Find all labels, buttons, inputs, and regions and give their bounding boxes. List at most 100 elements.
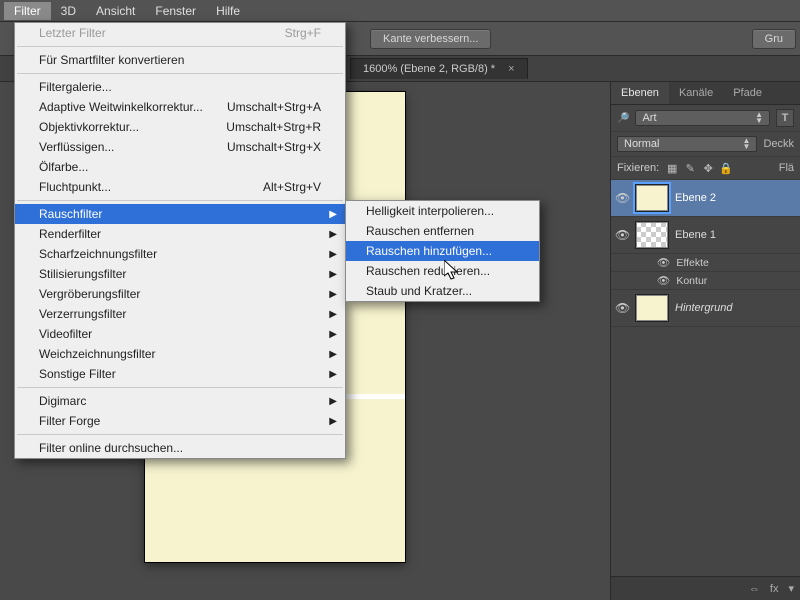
lock-all-icon[interactable]: 🔒 — [719, 161, 733, 175]
lock-transparency-icon[interactable]: ▦ — [665, 161, 679, 175]
submenu-arrow-icon: ▶ — [329, 289, 337, 300]
lock-move-icon[interactable]: ✥ — [701, 161, 715, 175]
menu-item-label: Digimarc — [39, 394, 86, 408]
menu-item[interactable]: Sonstige Filter▶ — [15, 364, 345, 384]
menu-item[interactable]: Verflüssigen... Umschalt+Strg+X — [15, 137, 345, 157]
visibility-icon[interactable]: 👁 — [615, 228, 629, 242]
layer-name[interactable]: Ebene 2 — [675, 192, 716, 204]
menu-item[interactable]: Verzerrungsfilter ▶ — [15, 304, 345, 324]
menu-item[interactable]: Filtergalerie... — [15, 77, 345, 97]
menu-item[interactable]: Renderfilter ▶ — [15, 224, 345, 244]
effect-name: Kontur — [676, 275, 707, 287]
menu-help[interactable]: Hilfe — [206, 2, 250, 20]
menubar: Filter 3D Ansicht Fenster Hilfe — [0, 0, 800, 22]
menu-item-label: Fluchtpunkt... — [39, 180, 111, 194]
layers-footer: ⇔ fx ▾ — [611, 576, 800, 600]
document-title: 1600% (Ebene 2, RGB/8) * — [363, 63, 495, 75]
fill-label: Flä — [779, 162, 794, 174]
menu-item[interactable]: Filter online durchsuchen... — [15, 438, 345, 458]
layer-row[interactable]: 👁 Ebene 2 — [611, 180, 800, 217]
layer-thumb[interactable] — [635, 221, 669, 249]
fx-button[interactable]: fx — [770, 583, 779, 595]
menu-item[interactable]: Stilisierungsfilter ▶ — [15, 264, 345, 284]
menu-window[interactable]: Fenster — [145, 2, 206, 20]
submenu-item[interactable]: Staub und Kratzer... — [346, 281, 539, 301]
submenu-arrow-icon: ▶ — [329, 396, 337, 407]
effects-label: Effekte — [676, 257, 709, 269]
menu-item-label: Renderfilter — [39, 227, 101, 241]
close-tab-icon[interactable]: × — [508, 63, 514, 75]
layer-thumb[interactable] — [635, 294, 669, 322]
submenu-arrow-icon: ▶ — [329, 209, 337, 220]
menu-item[interactable]: Ölfarbe... — [15, 157, 345, 177]
submenu-item[interactable]: Rauschen hinzufügen... — [346, 241, 539, 261]
menu-3d[interactable]: 3D — [51, 2, 86, 20]
chevron-down-icon[interactable]: ▾ — [788, 582, 794, 595]
submenu-item[interactable]: Helligkeit interpolieren... — [346, 201, 539, 221]
layer-row[interactable]: 👁 Ebene 1 — [611, 217, 800, 254]
tab-paths[interactable]: Pfade — [723, 82, 772, 104]
submenu-arrow-icon: ▶ — [329, 269, 337, 280]
menu-item-label: Filter online durchsuchen... — [39, 441, 183, 455]
menu-item: Letzter Filter Strg+F — [15, 23, 345, 43]
dropdown-arrows-icon: ▲▼ — [755, 112, 763, 124]
menu-item-label: Vergröberungsfilter — [39, 287, 140, 301]
refine-edge-button[interactable]: Kante verbessern... — [370, 29, 491, 49]
menu-item[interactable]: Fluchtpunkt... Alt+Strg+V — [15, 177, 345, 197]
layer-effect-item[interactable]: 👁 Kontur — [611, 272, 800, 290]
menu-item-label: Letzter Filter — [39, 26, 106, 40]
menu-item-label: Adaptive Weitwinkelkorrektur... — [39, 100, 203, 114]
layer-filter-select[interactable]: Art ▲▼ — [635, 110, 770, 126]
submenu-item[interactable]: Rauschen reduzieren... — [346, 261, 539, 281]
submenu-arrow-icon: ▶ — [329, 309, 337, 320]
type-filter-icon[interactable]: T — [776, 109, 794, 127]
rauschfilter-submenu[interactable]: Helligkeit interpolieren...Rauschen entf… — [345, 200, 540, 302]
tab-channels[interactable]: Kanäle — [669, 82, 723, 104]
menu-item[interactable]: Digimarc ▶ — [15, 391, 345, 411]
eye-small-icon[interactable]: 👁 — [657, 274, 670, 287]
menu-item-label: Objektivkorrektur... — [39, 120, 139, 134]
menu-shortcut: Strg+F — [285, 26, 321, 40]
submenu-arrow-icon: ▶ — [329, 329, 337, 340]
layer-thumb[interactable] — [635, 184, 669, 212]
layer-effects-header[interactable]: 👁 Effekte — [611, 254, 800, 272]
lock-paint-icon[interactable]: ✎ — [683, 161, 697, 175]
menu-item-label: Verzerrungsfilter — [39, 307, 126, 321]
panel-tabs: Ebenen Kanäle Pfade — [611, 82, 800, 105]
menu-view[interactable]: Ansicht — [86, 2, 145, 20]
menu-item[interactable]: Adaptive Weitwinkelkorrektur...Umschalt+… — [15, 97, 345, 117]
submenu-arrow-icon: ▶ — [329, 229, 337, 240]
tab-layers[interactable]: Ebenen — [611, 82, 669, 104]
menu-item[interactable]: Scharfzeichnungsfilter▶ — [15, 244, 345, 264]
menu-item[interactable]: Weichzeichnungsfilter▶ — [15, 344, 345, 364]
visibility-icon[interactable]: 👁 — [615, 191, 629, 205]
menu-item-label: Stilisierungsfilter — [39, 267, 126, 281]
menu-item[interactable]: Vergröberungsfilter ▶ — [15, 284, 345, 304]
eye-small-icon[interactable]: 👁 — [657, 256, 670, 269]
submenu-item[interactable]: Rauschen entfernen — [346, 221, 539, 241]
menu-item-label: Ölfarbe... — [39, 160, 88, 174]
layer-name[interactable]: Hintergrund — [675, 302, 732, 314]
menu-item[interactable]: Rauschfilter ▶ — [15, 204, 345, 224]
menu-item[interactable]: Für Smartfilter konvertieren — [15, 50, 345, 70]
menu-item[interactable]: Filter Forge▶ — [15, 411, 345, 431]
blend-mode-select[interactable]: Normal ▲▼ — [617, 136, 757, 152]
submenu-arrow-icon: ▶ — [329, 416, 337, 427]
menu-shortcut: Umschalt+Strg+X — [227, 140, 321, 154]
menu-item-label: Verflüssigen... — [39, 140, 114, 154]
layer-filter-label: Art — [642, 112, 656, 124]
document-tab[interactable]: 1600% (Ebene 2, RGB/8) * × — [350, 58, 528, 79]
menu-shortcut: Alt+Strg+V — [263, 180, 321, 194]
group-button[interactable]: Gru — [752, 29, 796, 49]
blend-mode-label: Normal — [624, 138, 659, 150]
menu-item-label: Rauschfilter — [39, 207, 102, 221]
menu-item[interactable]: Videofilter ▶ — [15, 324, 345, 344]
link-icon[interactable]: ⇔ — [749, 583, 760, 595]
menu-item-label: Videofilter — [39, 327, 92, 341]
menu-filter[interactable]: Filter — [4, 2, 51, 20]
menu-item[interactable]: Objektivkorrektur...Umschalt+Strg+R — [15, 117, 345, 137]
filter-menu-dropdown[interactable]: Letzter Filter Strg+F Für Smartfilter konv… — [14, 22, 346, 459]
visibility-icon[interactable]: 👁 — [615, 301, 629, 315]
layer-row[interactable]: 👁 Hintergrund — [611, 290, 800, 327]
layer-name[interactable]: Ebene 1 — [675, 229, 716, 241]
